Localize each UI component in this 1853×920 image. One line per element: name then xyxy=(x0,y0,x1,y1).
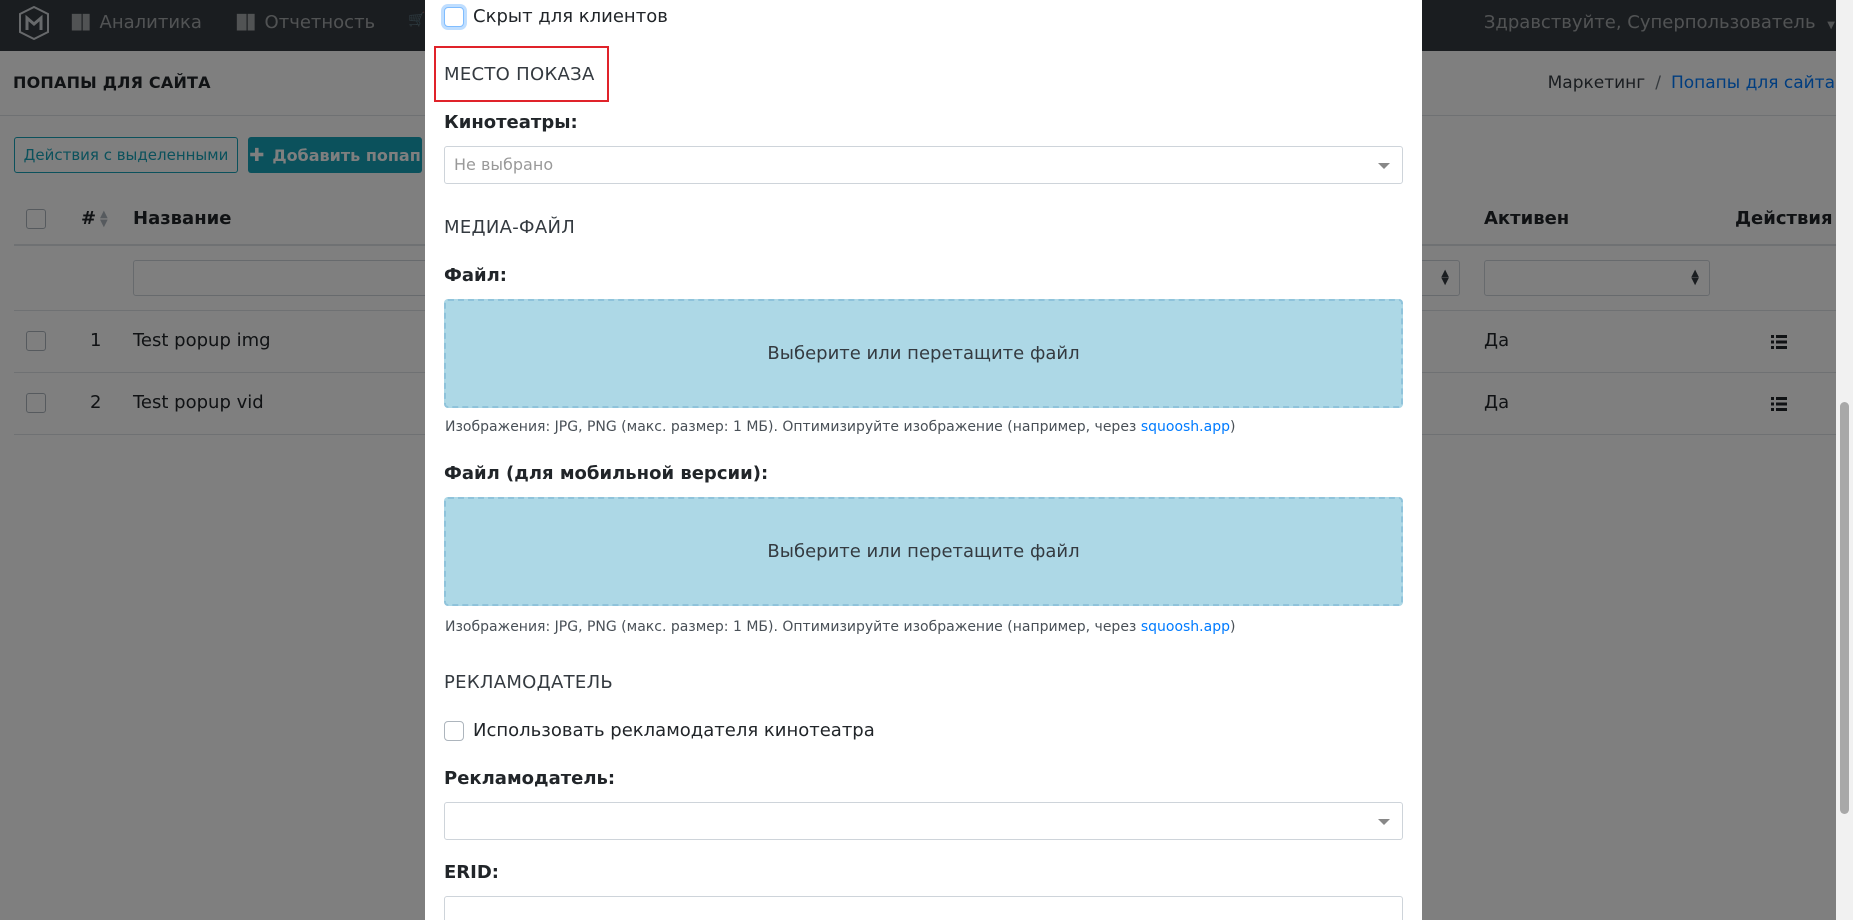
caret-down-icon xyxy=(1378,163,1390,169)
advertiser-label: Рекламодатель: xyxy=(444,768,616,789)
caret-down-icon xyxy=(1378,819,1390,825)
erid-label: ERID: xyxy=(444,862,499,883)
cinemas-placeholder: Не выбрано xyxy=(454,155,554,174)
hint-close: ) xyxy=(1229,619,1236,635)
section-title-place: МЕСТО ПОКАЗА xyxy=(444,64,595,85)
use-cinema-advertiser-checkbox[interactable] xyxy=(444,720,464,741)
cinemas-select[interactable]: Не выбрано xyxy=(444,146,1403,184)
hidden-for-clients-field[interactable]: Скрыт для клиентов xyxy=(444,6,668,27)
mobile-file-dropzone[interactable]: Выберите или перетащите файл xyxy=(444,497,1403,606)
squoosh-link[interactable]: squoosh.app xyxy=(1141,619,1230,635)
mobile-file-label: Файл (для мобильной версии): xyxy=(444,463,769,484)
file-hint: Изображения: JPG, PNG (макс. размер: 1 М… xyxy=(445,419,1235,435)
dropzone-text: Выберите или перетащите файл xyxy=(767,541,1080,562)
section-title-media: МЕДИА-ФАЙЛ xyxy=(444,217,576,238)
cinemas-label: Кинотеатры: xyxy=(444,112,578,133)
use-cinema-advertiser-field[interactable]: Использовать рекламодателя кинотеатра xyxy=(444,720,875,741)
use-cinema-advertiser-label: Использовать рекламодателя кинотеатра xyxy=(473,720,875,741)
mobile-file-hint: Изображения: JPG, PNG (макс. размер: 1 М… xyxy=(445,619,1235,635)
hint-text: Изображения: JPG, PNG (макс. размер: 1 М… xyxy=(445,419,1141,435)
squoosh-link[interactable]: squoosh.app xyxy=(1141,419,1230,435)
advertiser-select[interactable] xyxy=(444,802,1403,840)
scrollbar-thumb[interactable] xyxy=(1840,402,1849,814)
hidden-for-clients-checkbox[interactable] xyxy=(444,6,464,27)
file-dropzone[interactable]: Выберите или перетащите файл xyxy=(444,299,1403,408)
hint-text: Изображения: JPG, PNG (макс. размер: 1 М… xyxy=(445,619,1141,635)
dropzone-text: Выберите или перетащите файл xyxy=(767,343,1080,364)
hidden-for-clients-label: Скрыт для клиентов xyxy=(473,6,668,27)
file-label: Файл: xyxy=(444,265,507,286)
section-title-advertiser: РЕКЛАМОДАТЕЛЬ xyxy=(444,672,614,693)
erid-input[interactable] xyxy=(444,896,1403,920)
hint-close: ) xyxy=(1229,419,1236,435)
